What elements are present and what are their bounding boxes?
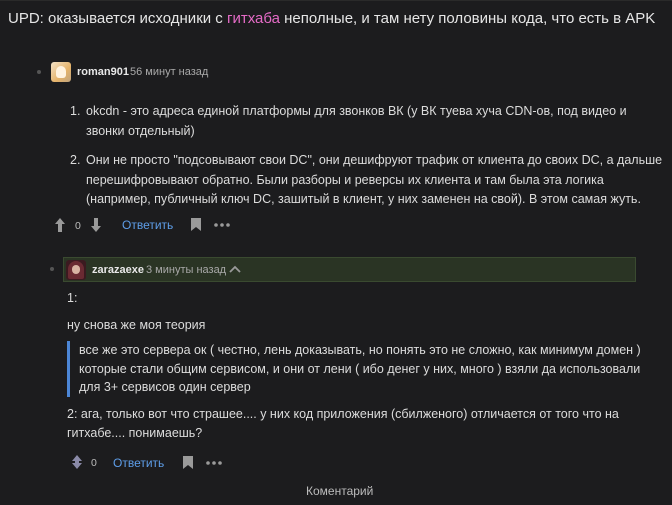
chevron-up-icon[interactable] xyxy=(229,265,241,273)
list-item-line: звонки отдельный) xyxy=(86,123,195,138)
bookmark-icon[interactable] xyxy=(190,217,202,232)
comment-text-line: 1: xyxy=(67,291,78,305)
avatar[interactable] xyxy=(66,260,86,280)
list-number: 2. xyxy=(70,153,81,167)
list-item-line: перешифровывают обратно. Были разборы и … xyxy=(86,172,604,187)
list-item-line: (например, публичный ключ DC, зашитый в … xyxy=(86,192,641,206)
vote-diamond-icon[interactable] xyxy=(72,455,82,469)
comment-text-line: гитхабе.... понимаешь? xyxy=(67,426,203,440)
quote-line: для 3+ сервисов один сервер xyxy=(79,380,251,394)
avatar[interactable] xyxy=(51,62,71,82)
quote-line: все же это сервера ок ( честно, лень док… xyxy=(79,343,641,357)
comment-author[interactable]: zarazaexe xyxy=(92,264,144,276)
github-link[interactable]: гитхаба xyxy=(227,10,280,27)
bookmark-icon[interactable] xyxy=(182,455,194,470)
reply-button[interactable]: Ответить xyxy=(113,456,164,470)
list-number: 1. xyxy=(70,104,81,118)
blockquote: все же это сервера ок ( честно, лень док… xyxy=(67,341,641,397)
list-item-line: okcdn - это адреса единой платформы для … xyxy=(86,104,627,118)
comment-time[interactable]: 56 минут назад xyxy=(130,66,208,78)
comment-time[interactable]: 3 минуты назад xyxy=(146,264,226,276)
thread-bullet xyxy=(37,70,41,74)
thread-bullet xyxy=(50,267,54,271)
headline-text-after: неполные, и там нету половины кода, что … xyxy=(279,10,656,27)
arrow-down-icon[interactable] xyxy=(90,217,102,233)
comment-link[interactable]: Коментарий xyxy=(306,484,373,498)
reply-button[interactable]: Ответить xyxy=(122,218,173,232)
more-icon[interactable] xyxy=(206,461,222,465)
comment-text-paragraph: 2: ага, только вот что страшее.... у них… xyxy=(67,405,627,443)
more-icon[interactable] xyxy=(214,223,230,227)
list-item-line: Они не просто "подсовывают свои DC", они… xyxy=(86,153,663,167)
update-headline: UPD: оказывается исходники с гитхаба неп… xyxy=(8,10,655,27)
arrow-up-icon[interactable] xyxy=(54,217,66,233)
vote-count: 0 xyxy=(75,220,81,232)
list-item: 2. Они не просто "подсовывают свои DC", … xyxy=(70,151,663,210)
list-item: 1. okcdn - это адреса единой платформы д… xyxy=(70,102,650,141)
comment-author[interactable]: roman901 xyxy=(77,66,129,78)
headline-text-before: UPD: оказывается исходники с xyxy=(8,10,227,27)
comment-text-line: ну снова же моя теория xyxy=(67,318,206,332)
comment-text-line: 2: ага, только вот что страшее.... у них… xyxy=(67,407,619,421)
top-divider xyxy=(0,0,672,1)
comment-body: 1. okcdn - это адреса единой платформы д… xyxy=(70,102,663,210)
vote-count: 0 xyxy=(91,457,97,469)
quote-line: которые стали общим сервисом, и они от л… xyxy=(79,361,641,376)
